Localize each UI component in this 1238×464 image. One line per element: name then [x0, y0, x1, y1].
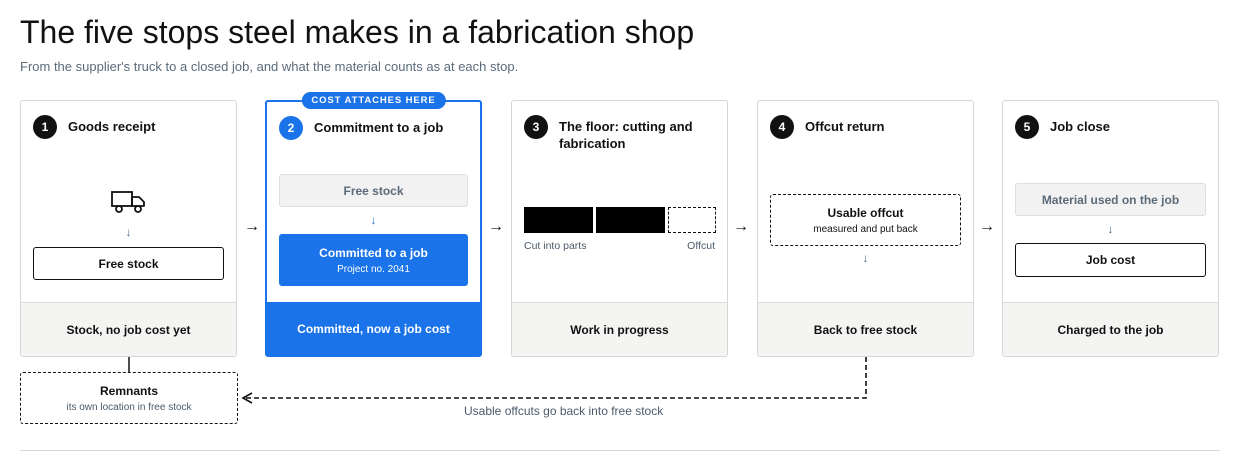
loop-label: Usable offcuts go back into free stock	[464, 404, 664, 418]
return-loop-line	[246, 357, 867, 399]
connector-lines	[128, 357, 867, 404]
bottom-divider	[20, 450, 1220, 451]
